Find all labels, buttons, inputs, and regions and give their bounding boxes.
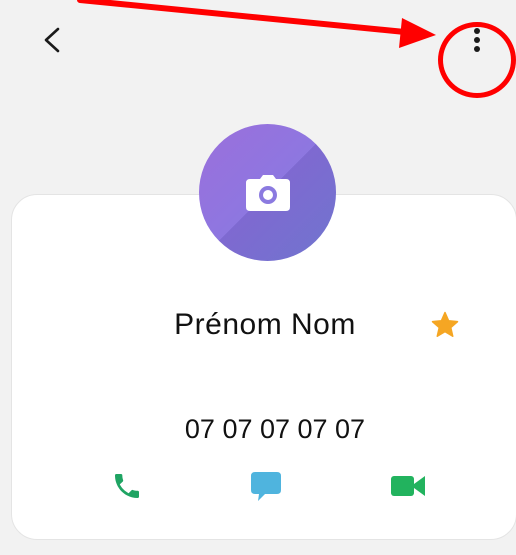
contact-name: Prénom Nom <box>174 308 356 341</box>
phone-number: 07 07 07 07 07 <box>184 414 366 444</box>
phone-icon <box>115 474 139 498</box>
message-icon <box>251 472 281 501</box>
back-button[interactable] <box>30 18 74 62</box>
chevron-left-icon <box>44 27 60 53</box>
call-button[interactable] <box>105 466 149 506</box>
camera-icon <box>245 174 290 211</box>
message-button[interactable] <box>244 466 288 506</box>
more-options-button[interactable] <box>455 18 499 62</box>
avatar[interactable] <box>199 124 336 261</box>
video-call-button[interactable] <box>386 466 430 506</box>
more-vertical-icon <box>474 28 480 52</box>
favorite-star-icon[interactable] <box>430 310 460 340</box>
video-icon <box>391 476 425 496</box>
